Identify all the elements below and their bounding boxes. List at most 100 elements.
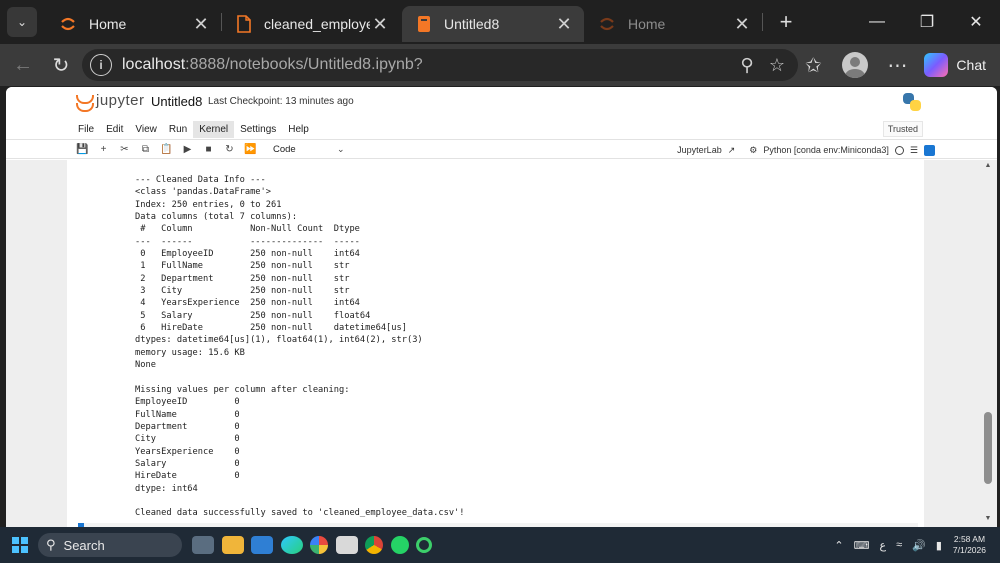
minimize-button[interactable]: — [852, 0, 902, 44]
reload-icon: ↻ [52, 54, 70, 77]
scroll-up-icon[interactable]: ▲ [983, 162, 993, 172]
output-line: <class 'pandas.DataFrame'> [135, 187, 271, 198]
jupyter-icon [61, 17, 75, 31]
jupyterlab-link[interactable]: JupyterLab [677, 145, 722, 155]
battery-icon[interactable]: ▮ [936, 539, 942, 552]
close-icon[interactable]: ✕ [554, 14, 574, 35]
output-line: 3 City 250 non-null str [135, 286, 350, 297]
more-options-icon[interactable]: ⋯ [878, 53, 916, 78]
tab-home-dim[interactable]: Home ✕ [584, 6, 762, 42]
spinner-app-icon[interactable] [416, 537, 432, 553]
output-text: --- Cleaned Data Info --- <class 'pandas.… [135, 174, 465, 520]
new-tab-button[interactable]: + [769, 9, 803, 35]
chevron-up-icon[interactable]: ⌃ [834, 539, 843, 552]
menu-view[interactable]: View [129, 121, 163, 138]
menu-help[interactable]: Help [282, 121, 315, 138]
back-button[interactable]: ← [4, 54, 42, 77]
menu-file[interactable]: File [72, 121, 100, 138]
fast-forward-icon: ⏩ [244, 143, 257, 155]
run-cell-button[interactable]: ▶ [177, 144, 198, 155]
output-line: Data columns (total 7 columns): [135, 212, 298, 223]
plus-icon: + [100, 143, 107, 155]
menu-run[interactable]: Run [163, 121, 193, 138]
url-text[interactable]: localhost:8888/notebooks/Untitled8.ipynb… [122, 56, 732, 74]
output-line: YearsExperience 0 [135, 446, 240, 457]
profile-avatar[interactable] [842, 52, 869, 78]
edge-icon[interactable] [280, 536, 303, 554]
restart-kernel-button[interactable]: ↻ [219, 144, 240, 155]
scrollbar-thumb[interactable] [984, 412, 992, 484]
volume-icon[interactable]: 🔊 [912, 539, 926, 552]
task-view-icon[interactable] [192, 536, 214, 554]
list-icon[interactable]: ☰ [910, 145, 918, 156]
restore-button[interactable]: ❐ [902, 0, 952, 44]
wifi-icon[interactable]: ≈ [896, 539, 902, 551]
info-icon[interactable]: i [90, 54, 112, 76]
jupyter-logo-icon[interactable] [76, 93, 94, 112]
output-line: EmployeeID 0 [135, 397, 240, 408]
notebook-toolbar: 💾 + ✂ ⧉ 📋 ▶ ■ ↻ ⏩ Code ⌄ JupyterLab ↗ ⚙ … [6, 139, 997, 159]
scissors-icon: ✂ [120, 143, 129, 155]
favorite-star-icon[interactable]: ☆ [762, 55, 792, 76]
save-button[interactable]: 💾 [72, 144, 93, 155]
copilot-icon [924, 53, 949, 77]
insert-cell-button[interactable]: + [93, 144, 114, 155]
restart-run-all-button[interactable]: ⏩ [240, 144, 261, 155]
cell-output: --- Cleaned Data Info --- <class 'pandas.… [67, 160, 924, 527]
outlook-icon[interactable] [251, 536, 273, 554]
scroll-down-icon[interactable]: ▼ [983, 515, 993, 525]
cut-cell-button[interactable]: ✂ [114, 144, 135, 155]
restart-icon: ↻ [225, 143, 234, 155]
clock[interactable]: 2:58 AM 7/1/2026 [953, 534, 986, 556]
trusted-badge[interactable]: Trusted [882, 121, 923, 137]
debugger-bug-icon[interactable]: ⚙ [749, 145, 757, 156]
copy-cell-button[interactable]: ⧉ [135, 144, 156, 155]
output-line: Cleaned data successfully saved to 'clea… [135, 508, 465, 519]
chevron-down-icon[interactable]: ⌄ [337, 144, 345, 155]
output-line: 6 HireDate 250 non-null datetime64[us] [135, 323, 407, 334]
output-line: Salary 0 [135, 458, 240, 469]
external-link-icon: ↗ [727, 144, 736, 155]
file-explorer-icon[interactable] [221, 536, 244, 554]
whatsapp-icon[interactable] [390, 536, 409, 554]
store-icon[interactable] [335, 536, 358, 554]
search-label: Search [63, 537, 105, 553]
keyboard-icon[interactable]: ⌨ [854, 539, 870, 552]
jupyter-icon [600, 17, 614, 31]
kernel-status-icon [894, 145, 904, 155]
menu-kernel[interactable]: Kernel [193, 120, 235, 138]
cell-type-select[interactable]: Code [273, 144, 337, 155]
notebook-title[interactable]: Untitled8 [151, 94, 202, 109]
vertical-scrollbar[interactable]: ▲ ▼ [983, 160, 993, 527]
output-line: 5 Salary 250 non-null float64 [135, 310, 371, 321]
notebook-panel-icon[interactable] [924, 144, 935, 156]
tab-actions-button[interactable]: ⌄ [7, 7, 37, 37]
menu-settings[interactable]: Settings [234, 121, 282, 138]
tab-untitled8[interactable]: Untitled8 ✕ [402, 6, 584, 42]
menu-edit[interactable]: Edit [100, 121, 129, 138]
interrupt-kernel-button[interactable]: ■ [198, 144, 219, 155]
copilot-chat-button[interactable]: Chat [916, 53, 1000, 77]
jupyter-brand[interactable]: jupyter [96, 92, 145, 109]
favorites-icon[interactable]: ✩ [794, 53, 832, 78]
close-window-button[interactable]: ✕ [951, 0, 1000, 44]
address-bar[interactable]: i localhost:8888/notebooks/Untitled8.ipy… [82, 49, 798, 81]
taskbar-search[interactable]: ⚲ Search [38, 533, 182, 557]
search-icon: ⚲ [46, 537, 56, 552]
close-icon[interactable]: ✕ [370, 14, 390, 35]
input-language[interactable]: ع [880, 539, 887, 552]
zoom-icon[interactable]: ⚲ [732, 55, 762, 76]
kernel-name[interactable]: Python [conda env:Miniconda3] [763, 145, 889, 155]
chrome-icon[interactable] [365, 536, 383, 554]
close-icon[interactable]: ✕ [732, 14, 752, 35]
windows-start-icon[interactable] [12, 537, 28, 553]
copilot-app-icon[interactable] [310, 536, 328, 554]
tab-cleaned-employee-data[interactable]: cleaned_employee_d ✕ [222, 6, 400, 42]
close-icon[interactable]: ✕ [191, 14, 211, 35]
reload-button[interactable]: ↻ [42, 53, 80, 78]
output-line: --- ------ -------------- ----- [135, 236, 360, 247]
paste-cell-button[interactable]: 📋 [156, 144, 177, 155]
tab-home[interactable]: Home ✕ [45, 6, 221, 42]
